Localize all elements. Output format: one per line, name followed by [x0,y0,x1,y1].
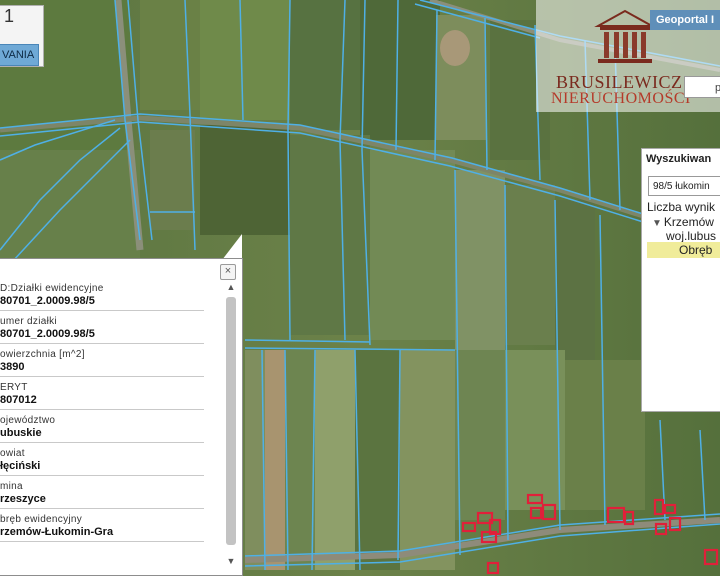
divider [0,310,204,311]
building-logo-icon [594,9,656,63]
result-count-label: Liczba wynik [647,200,716,214]
divider [0,541,204,542]
attribute-row: owiat łęciński [0,444,224,477]
highlighted-result[interactable]: Obręb [647,242,720,258]
scroll-up-icon[interactable]: ▲ [224,281,238,293]
scroll-thumb[interactable] [226,297,236,545]
attribute-row: owierzchnia [m^2] 3890 [0,345,224,378]
search-field-stub[interactable]: p [684,76,720,98]
popup-scrollbar[interactable]: ▲ ▼ [224,281,238,573]
attribute-label: ojewództwo [0,415,56,426]
attribute-value: 80701_2.0009.98/5 [0,328,95,340]
divider [0,376,204,377]
popup-pointer [222,234,242,260]
attribute-row: mina rzeszyce [0,477,224,510]
search-input[interactable]: 98/5 łukomin [648,176,720,196]
divider [0,442,204,443]
map-tools-panel: 1 VANIA [0,5,44,67]
search-panel-title: Wyszukiwan [646,153,712,165]
attribute-label: ERYT [0,382,28,393]
divider [0,409,204,410]
attribute-row: bręb ewidencyjny rzemów-Łukomin-Gra [0,510,224,543]
attribute-value: rzemów-Łukomin-Gra [0,526,114,538]
attribute-row: umer działki 80701_2.0009.98/5 [0,312,224,345]
attribute-label: bręb ewidencyjny [0,514,83,525]
tool-number: 1 [4,6,15,26]
attribute-value: 80701_2.0009.98/5 [0,295,95,307]
divider [0,475,204,476]
attribute-value: 3890 [0,361,25,373]
close-icon[interactable]: × [220,264,236,280]
attribute-label: D:Działki ewidencyjne [0,283,104,294]
attribute-row: ERYT 807012 [0,378,224,411]
attribute-label: umer działki [0,316,57,327]
expand-triangle-icon[interactable]: ▼ [652,218,662,229]
attribute-value: 807012 [0,394,37,406]
parcel-attribute-list: D:Działki ewidencyjne 80701_2.0009.98/5 … [0,279,224,571]
attribute-label: owierzchnia [m^2] [0,349,85,360]
attribute-label: mina [0,481,23,492]
attribute-value: łęciński [0,460,41,472]
attribute-row: D:Działki ewidencyjne 80701_2.0009.98/5 [0,279,224,312]
result-tree-item-label: Krzemów [663,215,714,229]
geoportal-header: Geoportal I [650,10,720,30]
result-tree-item[interactable]: ▼ Krzemów [652,215,714,229]
search-mode-button[interactable]: VANIA [0,44,40,66]
attribute-label: owiat [0,448,25,459]
result-tree-subitem[interactable]: woj.lubus [666,229,716,243]
divider [0,508,204,509]
attribute-value: ubuskie [0,427,42,439]
attribute-row: ojewództwo ubuskie [0,411,224,444]
scroll-down-icon[interactable]: ▼ [224,555,238,567]
search-panel: Wyszukiwan 98/5 łukomin Liczba wynik ▼ Kr… [641,148,720,412]
attribute-value: rzeszyce [0,493,46,505]
parcel-info-popup: × D:Działki ewidencyjne 80701_2.0009.98/… [0,258,243,576]
divider [0,343,204,344]
logo-subname: NIERUCHOMOŚCI [551,90,691,107]
